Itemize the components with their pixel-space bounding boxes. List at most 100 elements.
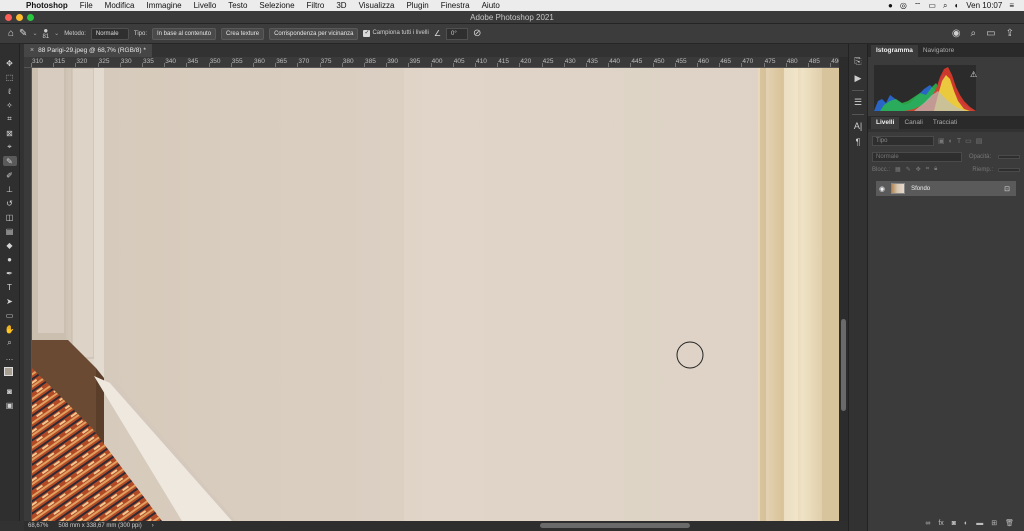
opacity-input[interactable] bbox=[997, 155, 1020, 159]
brush-picker[interactable]: ● 81 bbox=[42, 26, 49, 40]
history-panel-icon[interactable]: ⎘ bbox=[851, 56, 865, 67]
tab-livelli[interactable]: Livelli bbox=[871, 117, 900, 129]
creative-cloud-icon[interactable]: ◎ bbox=[900, 1, 907, 10]
color-swatches[interactable] bbox=[3, 366, 17, 382]
vertical-scroll-thumb[interactable] bbox=[841, 319, 846, 411]
link-layers-icon[interactable]: ∞ bbox=[925, 520, 930, 527]
tool-preset-chevron-icon[interactable]: ⌄ bbox=[32, 30, 37, 37]
menu-filtro[interactable]: Filtro bbox=[301, 1, 331, 10]
visibility-eye-icon[interactable]: ◉ bbox=[879, 185, 885, 193]
user-icon[interactable]: ◉ bbox=[952, 28, 961, 39]
history-brush-tool-icon[interactable]: ↺ bbox=[3, 198, 17, 208]
spot-healing-brush-icon[interactable]: ✎ bbox=[19, 28, 27, 39]
type-tool-icon[interactable]: T bbox=[3, 282, 17, 292]
menu-finestra[interactable]: Finestra bbox=[435, 1, 476, 10]
adjustments-panel-icon[interactable]: ☰ bbox=[851, 97, 865, 108]
crop-tool-icon[interactable]: ⌗ bbox=[3, 114, 17, 124]
eraser-tool-icon[interactable]: ◫ bbox=[3, 212, 17, 222]
frame-tool-icon[interactable]: ⊠ bbox=[3, 128, 17, 138]
filter-adjustment-icon[interactable]: ◐ bbox=[949, 138, 953, 145]
workspace-icon[interactable]: ▭ bbox=[986, 28, 995, 39]
menu-immagine[interactable]: Immagine bbox=[140, 1, 187, 10]
delete-layer-icon[interactable]: 🗑︎ bbox=[1005, 519, 1014, 527]
clone-stamp-tool-icon[interactable]: ⊥ bbox=[3, 184, 17, 194]
menu-visualizza[interactable]: Visualizza bbox=[353, 1, 401, 10]
tab-navigatore[interactable]: Navigatore bbox=[918, 45, 959, 57]
eyedropper-tool-icon[interactable]: ⌖ bbox=[3, 142, 17, 152]
siri-icon[interactable]: ● bbox=[888, 1, 893, 10]
minimize-window-button[interactable] bbox=[16, 14, 23, 21]
metodo-select[interactable]: Normale bbox=[90, 27, 129, 40]
close-tab-icon[interactable]: × bbox=[30, 47, 34, 54]
brush-tool-icon[interactable]: ✐ bbox=[3, 170, 17, 180]
add-mask-icon[interactable]: ◙ bbox=[952, 520, 956, 527]
menu-testo[interactable]: Testo bbox=[222, 1, 253, 10]
layer-row-sfondo[interactable]: ◉ Sfondo ⊡ bbox=[876, 181, 1016, 196]
vertical-ruler[interactable] bbox=[24, 68, 32, 521]
menu-modifica[interactable]: Modifica bbox=[99, 1, 141, 10]
menu-3d[interactable]: 3D bbox=[330, 1, 352, 10]
screen-mode-icon[interactable]: ▣ bbox=[3, 400, 17, 410]
paragraph-panel-icon[interactable]: ¶ bbox=[851, 137, 865, 147]
document-canvas[interactable] bbox=[32, 68, 839, 521]
lock-transparent-icon[interactable]: ▦ bbox=[895, 166, 901, 173]
lock-all-icon[interactable]: 🔒︎ bbox=[934, 166, 937, 173]
zoom-tool-icon[interactable]: ⌕ bbox=[3, 338, 17, 348]
blend-mode-select[interactable]: Normale bbox=[872, 152, 962, 162]
filter-smart-icon[interactable]: ▤ bbox=[976, 137, 983, 145]
type-create-texture-button[interactable]: Crea texture bbox=[221, 27, 265, 40]
type-proximity-match-button[interactable]: Corrispondenza per vicinanza bbox=[269, 27, 359, 40]
layer-filter-select[interactable]: Tipo bbox=[872, 136, 934, 146]
fill-input[interactable] bbox=[998, 167, 1020, 172]
search-icon[interactable]: ⌕ bbox=[943, 1, 947, 11]
layer-style-icon[interactable]: fx bbox=[938, 520, 943, 527]
adjustment-layer-icon[interactable]: ◐ bbox=[964, 520, 968, 527]
quick-mask-icon[interactable]: ◙ bbox=[3, 386, 17, 396]
tab-tracciati[interactable]: Tracciati bbox=[928, 117, 962, 129]
filter-pixel-icon[interactable]: ▣ bbox=[938, 137, 945, 145]
lock-image-icon[interactable]: ✎ bbox=[906, 166, 911, 173]
type-content-aware-button[interactable]: In base al contenuto bbox=[152, 27, 217, 40]
foreground-color-swatch[interactable] bbox=[3, 367, 13, 376]
hand-tool-icon[interactable]: ✋ bbox=[3, 324, 17, 334]
menu-icon[interactable]: ≡ bbox=[1009, 1, 1014, 10]
lock-artboard-icon[interactable]: ⌗ bbox=[926, 166, 929, 173]
rectangle-tool-icon[interactable]: ▭ bbox=[3, 310, 17, 320]
home-icon[interactable]: ⌂ bbox=[8, 28, 14, 39]
more-tools-icon[interactable]: … bbox=[3, 352, 17, 362]
gradient-tool-icon[interactable]: ▤ bbox=[3, 226, 17, 236]
zoom-window-button[interactable] bbox=[27, 14, 34, 21]
magic-wand-tool-icon[interactable]: ✧ bbox=[3, 100, 17, 110]
brush-chevron-icon[interactable]: ⌄ bbox=[54, 30, 59, 37]
zoom-level[interactable]: 68,67% bbox=[28, 523, 48, 529]
move-tool-icon[interactable]: ✥ bbox=[3, 58, 17, 68]
pen-tool-icon[interactable]: ✒ bbox=[3, 268, 17, 278]
blur-tool-icon[interactable]: ◆ bbox=[3, 240, 17, 250]
tab-istogramma[interactable]: Istogramma bbox=[871, 45, 918, 57]
healing-brush-tool-icon[interactable]: ✎ bbox=[2, 156, 17, 166]
horizontal-ruler[interactable]: 310 315 320 325 330 335 340 345 350 355 360 365 370 3… bbox=[24, 57, 839, 68]
document-tab[interactable]: × 88 Parigi-29.jpeg @ 68,7% (RGB/8) * bbox=[24, 44, 152, 57]
wifi-icon[interactable]: ⌔ bbox=[914, 1, 922, 11]
marquee-tool-icon[interactable]: ⬚ bbox=[3, 72, 17, 82]
lasso-tool-icon[interactable]: ℓ bbox=[3, 86, 17, 96]
menu-selezione[interactable]: Selezione bbox=[253, 1, 300, 10]
menu-file[interactable]: File bbox=[74, 1, 99, 10]
new-layer-icon[interactable]: ⊞ bbox=[991, 519, 997, 527]
menu-app-photoshop[interactable]: Photoshop bbox=[20, 1, 74, 10]
search-ps-icon[interactable]: ⌕ bbox=[971, 28, 977, 39]
share-icon[interactable]: ⇪ bbox=[1006, 28, 1014, 39]
sample-all-layers-checkbox[interactable]: ✓ Campiona tutti i livelli bbox=[363, 30, 429, 37]
horizontal-scroll-thumb[interactable] bbox=[540, 523, 690, 528]
close-window-button[interactable] bbox=[5, 14, 12, 21]
menubar-clock[interactable]: Ven 10:07 bbox=[966, 1, 1002, 10]
vertical-scrollbar[interactable] bbox=[839, 57, 848, 521]
layer-lock-icon[interactable]: ⊡ bbox=[1004, 185, 1010, 193]
filter-type-icon[interactable]: T bbox=[957, 138, 961, 145]
menu-plugin[interactable]: Plugin bbox=[400, 1, 434, 10]
dodge-tool-icon[interactable]: ● bbox=[3, 254, 17, 264]
new-group-icon[interactable]: ▬ bbox=[976, 520, 983, 527]
tab-canali[interactable]: Canali bbox=[899, 117, 927, 129]
character-panel-icon[interactable]: A| bbox=[851, 121, 865, 131]
angle-input[interactable]: 0° bbox=[445, 27, 468, 40]
